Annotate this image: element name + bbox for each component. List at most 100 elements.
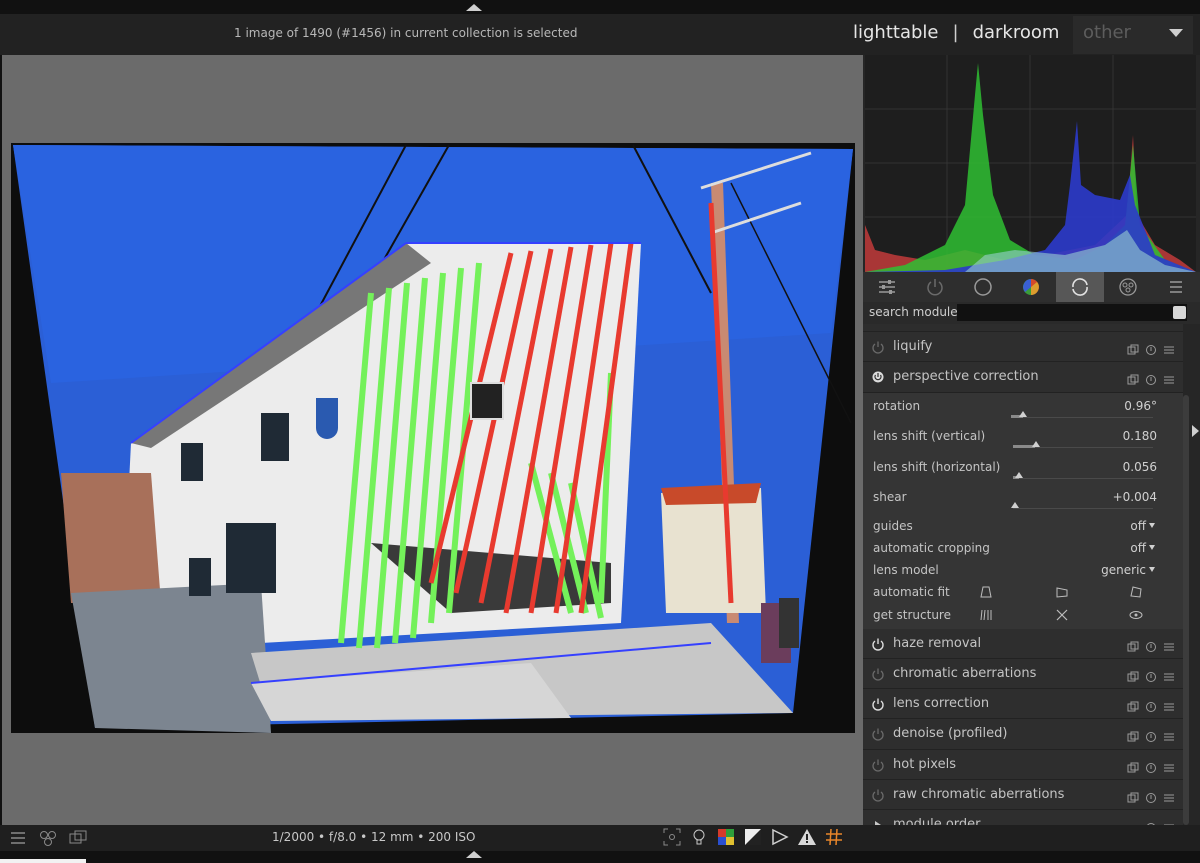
slider-value: 0.056 (1122, 459, 1157, 474)
menu-icon (1169, 281, 1182, 293)
power-icon[interactable] (871, 370, 885, 384)
slider-shear[interactable]: shear +0.004 (863, 484, 1183, 515)
collapse-top-arrow-icon[interactable] (466, 4, 482, 11)
combo-lens-model[interactable]: lens model generic (863, 559, 1183, 581)
module-name: chromatic aberrations (893, 665, 1037, 681)
power-icon[interactable] (871, 727, 885, 742)
power-icon[interactable] (871, 697, 885, 711)
presets-menu-icon[interactable] (1163, 371, 1175, 384)
second-window-icon[interactable] (68, 829, 88, 847)
combo-value: off (1130, 540, 1146, 555)
presets-menu-icon[interactable] (1163, 759, 1175, 772)
instance-icon[interactable] (1127, 759, 1139, 773)
search-module-input[interactable] (957, 304, 1187, 321)
image-canvas[interactable] (2, 55, 863, 825)
clear-search-icon[interactable] (1173, 306, 1186, 319)
module-header-partial (863, 324, 1183, 332)
softproof-icon[interactable] (716, 827, 736, 847)
slider-rotation[interactable]: rotation 0.96° (863, 393, 1183, 424)
guides-grid-icon[interactable] (824, 827, 844, 847)
instance-icon[interactable] (1127, 789, 1139, 803)
power-icon[interactable] (871, 637, 885, 651)
focus-peaking-icon[interactable] (662, 827, 682, 847)
instance-icon[interactable] (1127, 341, 1139, 355)
view-switcher: lighttable | darkroom | other (853, 16, 1193, 54)
slider-value: 0.96° (1124, 398, 1157, 413)
histogram[interactable] (865, 55, 1196, 272)
slider-knob[interactable] (1019, 410, 1027, 417)
styles-icon[interactable] (38, 829, 58, 847)
fit-both-icon[interactable] (1129, 585, 1143, 599)
slider-knob[interactable] (1011, 502, 1019, 509)
power-icon[interactable] (871, 340, 885, 354)
tab-presets-menu[interactable] (1152, 272, 1200, 302)
reset-icon[interactable] (1145, 728, 1157, 743)
module-denoise-profiled[interactable]: denoise (profiled) (863, 719, 1183, 750)
collapse-bottom-arrow-icon[interactable] (466, 851, 482, 858)
presets-menu-icon[interactable] (1163, 668, 1175, 681)
module-chromatic-aberrations[interactable]: chromatic aberrations (863, 658, 1183, 690)
module-hot-pixels[interactable]: hot pixels (863, 749, 1183, 781)
power-icon[interactable] (871, 788, 885, 802)
reset-icon[interactable] (1145, 341, 1157, 355)
exif-info: 1/2000 • f/8.0 • 12 mm • 200 ISO (272, 830, 476, 844)
module-perspective-correction[interactable]: perspective correction (863, 362, 1183, 393)
module-lens-correction[interactable]: lens correction (863, 689, 1183, 720)
presets-menu-icon[interactable] (1163, 728, 1175, 741)
menu-icon[interactable] (8, 829, 28, 847)
module-raw-chromatic-aberrations[interactable]: raw chromatic aberrations (863, 780, 1183, 811)
power-icon[interactable] (871, 667, 885, 681)
reset-icon[interactable] (1145, 371, 1157, 386)
search-module-row: search module (863, 302, 1200, 324)
tab-base-modules[interactable] (959, 272, 1007, 302)
lightbulb-icon[interactable] (689, 827, 709, 847)
tab-color-modules[interactable] (1007, 272, 1055, 302)
combo-guides[interactable]: guides off (863, 515, 1183, 537)
gamut-check-icon[interactable] (743, 827, 763, 847)
module-name: lens correction (893, 696, 990, 712)
clear-structure-icon[interactable] (1055, 608, 1069, 622)
module-haze-removal[interactable]: haze removal (863, 628, 1183, 659)
warning-icon[interactable] (797, 827, 817, 847)
reset-icon[interactable] (1145, 698, 1157, 713)
instance-icon[interactable] (1127, 698, 1139, 712)
fit-vertical-icon[interactable] (979, 585, 993, 599)
instance-icon[interactable] (1127, 371, 1139, 385)
tab-effect-modules[interactable] (1104, 272, 1152, 302)
overexposure-icon[interactable] (770, 827, 790, 847)
presets-menu-icon[interactable] (1163, 698, 1175, 711)
view-lighttable[interactable]: lighttable (853, 22, 938, 43)
module-header-icons (1127, 668, 1175, 682)
reset-icon[interactable] (1145, 638, 1157, 652)
slider-knob[interactable] (1015, 471, 1023, 478)
automatic-fit-label: automatic fit (873, 584, 950, 599)
color-wheel-icon (1023, 279, 1040, 295)
presets-menu-icon[interactable] (1163, 341, 1175, 354)
tab-active-modules[interactable] (911, 272, 959, 302)
slider-knob[interactable] (1032, 441, 1040, 448)
presets-menu-icon[interactable] (1163, 638, 1175, 651)
power-icon[interactable] (871, 758, 885, 772)
collapse-right-arrow-icon[interactable] (1192, 425, 1199, 437)
slider-lens-shift-vertical[interactable]: lens shift (vertical) 0.180 (863, 423, 1183, 454)
tab-quick-access[interactable] (863, 272, 911, 302)
view-darkroom[interactable]: darkroom (973, 22, 1060, 43)
right-panel-scrollbar[interactable] (1183, 395, 1189, 825)
module-liquify[interactable]: liquify (863, 332, 1183, 363)
reset-icon[interactable] (1145, 789, 1157, 804)
tab-correct-modules[interactable] (1055, 272, 1104, 302)
instance-icon[interactable] (1127, 668, 1139, 682)
slider-lens-shift-horizontal[interactable]: lens shift (horizontal) 0.056 (863, 454, 1183, 485)
presets-menu-icon[interactable] (1163, 789, 1175, 802)
photo-preview[interactable] (11, 143, 855, 733)
reset-icon[interactable] (1145, 668, 1157, 682)
detect-lines-icon[interactable] (979, 608, 993, 622)
view-other-dropdown[interactable]: other (1073, 16, 1193, 54)
reset-icon[interactable] (1145, 759, 1157, 773)
module-name: denoise (profiled) (893, 726, 1008, 742)
fit-horizontal-icon[interactable] (1055, 585, 1069, 599)
instance-icon[interactable] (1127, 728, 1139, 742)
eye-icon[interactable] (1129, 608, 1143, 622)
combo-automatic-cropping[interactable]: automatic cropping off (863, 537, 1183, 559)
instance-icon[interactable] (1127, 638, 1139, 652)
